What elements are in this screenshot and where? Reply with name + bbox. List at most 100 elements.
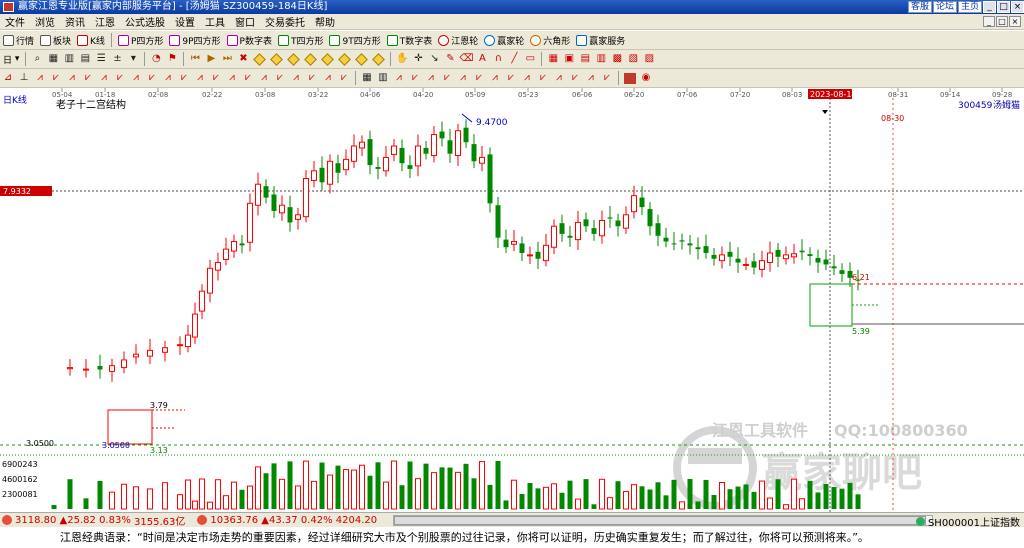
grid-icon[interactable]: ▦	[46, 52, 60, 66]
fan-icon[interactable]: ⩗	[177, 71, 191, 85]
market-index-indicator[interactable]: SH000001上证指数	[915, 514, 1020, 527]
fan-icon[interactable]: ⩘	[584, 71, 598, 85]
arrow-icon[interactable]: ↘	[427, 52, 441, 66]
first-icon[interactable]: ⏮	[188, 52, 202, 66]
grid-icon[interactable]: ▦	[360, 71, 374, 85]
mdi-restore-button[interactable]: □	[996, 16, 1008, 27]
menu-trade[interactable]: 交易委托	[260, 14, 310, 29]
diamond-icon[interactable]	[253, 52, 267, 66]
toolbar-p-number-table[interactable]: P数字表	[224, 32, 275, 49]
fan-icon[interactable]: ⩘	[552, 71, 566, 85]
menu-file[interactable]: 文件	[0, 14, 30, 29]
fan-icon[interactable]: ⩘	[97, 71, 111, 85]
fan-icon[interactable]: ⩗	[305, 71, 319, 85]
fan-icon[interactable]: ⩗	[440, 71, 454, 85]
bars-icon[interactable]: ▥	[376, 71, 390, 85]
diamond-icon[interactable]	[287, 52, 301, 66]
minimize-button[interactable]: _	[983, 1, 996, 13]
cross-icon[interactable]: ✖	[236, 52, 250, 66]
toolbar-gann-wheel[interactable]: 江恩轮	[435, 32, 481, 49]
text-icon[interactable]: A	[475, 52, 489, 66]
fan-icon[interactable]: ⩗	[145, 71, 159, 85]
table-icon[interactable]: ▦	[546, 52, 560, 66]
diamond-icon[interactable]	[355, 52, 369, 66]
last-icon[interactable]: ⏭	[220, 52, 234, 66]
record-icon[interactable]	[624, 72, 636, 84]
erase-icon[interactable]: ⌫	[459, 52, 473, 66]
pen-icon[interactable]: ✎	[443, 52, 457, 66]
fan-icon[interactable]: ⩗	[113, 71, 127, 85]
fan-icon[interactable]: ⩗	[568, 71, 582, 85]
toolbar-hexagon[interactable]: 六角形	[527, 32, 573, 49]
fan-icon[interactable]: ⩗	[408, 71, 422, 85]
list-icon[interactable]: ☰	[94, 52, 108, 66]
toolbar-p-square[interactable]: P四方形	[115, 32, 166, 49]
fan-icon[interactable]: ⩗	[337, 71, 351, 85]
zoom-icon[interactable]: ⌕	[30, 52, 44, 66]
compass-icon[interactable]: ⊿	[1, 71, 15, 85]
stack-icon[interactable]: ▥	[594, 52, 608, 66]
service-link[interactable]: 客服	[907, 1, 932, 13]
diamond-icon[interactable]	[270, 52, 284, 66]
fan-icon[interactable]: ⩗	[81, 71, 95, 85]
candles-icon[interactable]: ▤	[78, 52, 92, 66]
chevron-down-icon[interactable]: ▾	[126, 52, 140, 66]
fan-icon[interactable]: ⩗	[536, 71, 550, 85]
diamond-icon[interactable]	[304, 52, 318, 66]
chart-scrollbar[interactable]	[393, 514, 934, 526]
menu-formula-screen[interactable]: 公式选股	[120, 14, 170, 29]
toolbar-9p-square[interactable]: 9P四方形	[166, 32, 223, 49]
fan-icon[interactable]: ⩗	[209, 71, 223, 85]
fan-icon[interactable]: ⩘	[456, 71, 470, 85]
close-button[interactable]: ×	[1011, 1, 1024, 13]
circle-icon[interactable]: ◉	[639, 71, 653, 85]
fan-icon[interactable]: ⩘	[33, 71, 47, 85]
homepage-link[interactable]: 主页	[957, 1, 982, 13]
toolbar-t-number-table[interactable]: T数字表	[384, 32, 436, 49]
fan-icon[interactable]: ⩗	[49, 71, 63, 85]
diamond-icon[interactable]	[372, 52, 386, 66]
line-icon[interactable]: ╱	[507, 52, 521, 66]
fan-icon[interactable]: ⩗	[241, 71, 255, 85]
kline-chart[interactable]: 05-04 01-18 02-08 02-22 03-08 03-22 04-06 04-20…	[0, 88, 1024, 512]
menu-help[interactable]: 帮助	[310, 14, 340, 29]
toolbar-winner-service[interactable]: 赢家服务	[573, 32, 628, 49]
fan-icon[interactable]: ⩘	[161, 71, 175, 85]
flag-icon[interactable]: ⚑	[165, 52, 179, 66]
fan-icon[interactable]: ⩗	[504, 71, 518, 85]
rect-icon[interactable]: ▭	[523, 52, 537, 66]
fan-icon[interactable]: ⩘	[289, 71, 303, 85]
mdi-close-button[interactable]: ×	[1009, 16, 1021, 27]
fan-icon[interactable]: ⩘	[520, 71, 534, 85]
fan-icon[interactable]: ⩗	[600, 71, 614, 85]
menu-settings[interactable]: 设置	[170, 14, 200, 29]
calendar-icon[interactable]: ▣	[562, 52, 576, 66]
fan-icon[interactable]: ⩗	[472, 71, 486, 85]
toolbar-sectors[interactable]: 板块	[37, 32, 74, 49]
hand-icon[interactable]: ✋	[395, 52, 409, 66]
fan-icon[interactable]: ⩘	[225, 71, 239, 85]
bars-icon[interactable]: ▥	[62, 52, 76, 66]
boxes-icon[interactable]: ▧	[626, 52, 640, 66]
chart-icon[interactable]: ▨	[642, 52, 656, 66]
matrix-icon[interactable]: ▩	[610, 52, 624, 66]
scrollbar-thumb[interactable]	[394, 515, 927, 525]
mdi-minimize-button[interactable]: _	[983, 16, 995, 27]
magnet-icon[interactable]: ∩	[491, 52, 505, 66]
fan-icon[interactable]: ⩘	[321, 71, 335, 85]
forum-link[interactable]: 论坛	[932, 1, 957, 13]
ruler-icon[interactable]: ⊥	[17, 71, 31, 85]
fan-icon[interactable]: ⩘	[257, 71, 271, 85]
fan-icon[interactable]: ⩘	[65, 71, 79, 85]
pie-chart-icon[interactable]: ◔	[149, 52, 163, 66]
toolbar-t-square[interactable]: T四方形	[275, 32, 327, 49]
play-icon[interactable]: ▶	[204, 52, 218, 66]
index-sz[interactable]: 10363.76 ▲43.37 0.42% 4204.20	[195, 515, 377, 526]
menu-window[interactable]: 窗口	[230, 14, 260, 29]
maximize-button[interactable]: □	[997, 1, 1010, 13]
fan-icon[interactable]: ⩘	[129, 71, 143, 85]
fan-icon[interactable]: ⩗	[273, 71, 287, 85]
toolbar-9t-square[interactable]: 9T四方形	[326, 32, 383, 49]
crosshair-icon[interactable]: ✛	[411, 52, 425, 66]
layers-icon[interactable]: ▤	[578, 52, 592, 66]
